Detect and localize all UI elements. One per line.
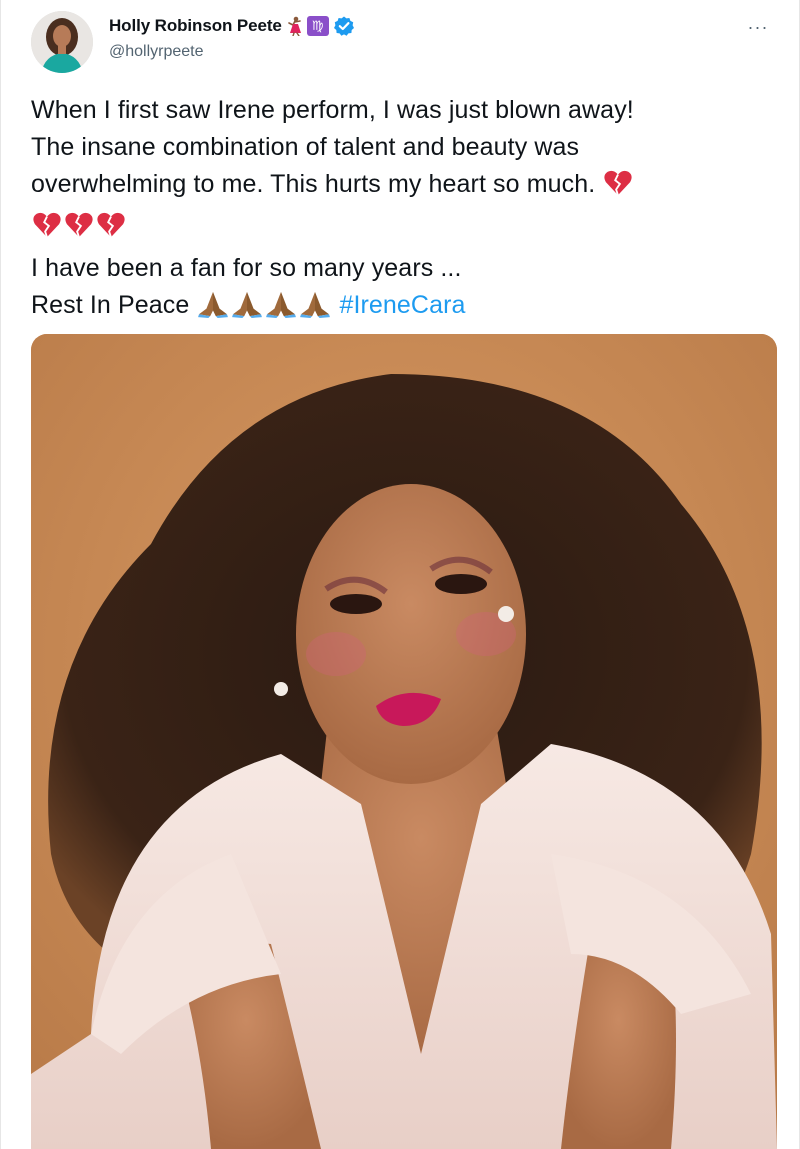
tweet-photo[interactable] [31,334,777,1149]
more-dots-icon: ··· [747,17,769,37]
tweet-line-2: The insane combination of talent and bea… [31,133,580,161]
folded-hands-icon [298,290,332,329]
hashtag-link[interactable]: #IreneCara [339,291,465,319]
folded-hands-icon [196,290,230,329]
tweet-text: When I first saw Irene perform, I was ju… [31,92,776,329]
folded-hands-icon [230,290,264,329]
folded-hands-icon [264,290,298,329]
tweet-line-4 [31,208,776,250]
author-name-row: Holly Robinson Peete ♍ [109,14,355,38]
verified-badge-icon [333,15,355,37]
tweet-line-1: When I first saw Irene perform, I was ju… [31,96,634,124]
rest-in-peace-text: Rest In Peace [31,291,190,319]
broken-heart-icon [602,169,634,208]
tweet-card: Holly Robinson Peete ♍ @hollyrpeete ··· [0,0,800,1149]
display-name[interactable]: Holly Robinson Peete [109,16,282,36]
author-avatar[interactable] [31,11,93,73]
broken-heart-icon [31,211,63,250]
tweet-line-3-text: overwhelming to me. This hurts my heart … [31,170,596,198]
virgo-badge-icon: ♍ [306,16,329,36]
tweet-line-6: Rest In Peace #IreneCara [31,287,776,329]
author-info: Holly Robinson Peete ♍ @hollyrpeete [109,14,355,61]
more-options-button[interactable]: ··· [741,14,775,40]
broken-heart-icon [63,211,95,250]
author-handle[interactable]: @hollyrpeete [109,43,355,61]
broken-heart-icon [95,211,127,250]
tweet-line-5: I have been a fan for so many years ... [31,254,462,282]
dancer-emoji-icon [286,16,304,37]
tweet-line-3: overwhelming to me. This hurts my heart … [31,166,776,208]
